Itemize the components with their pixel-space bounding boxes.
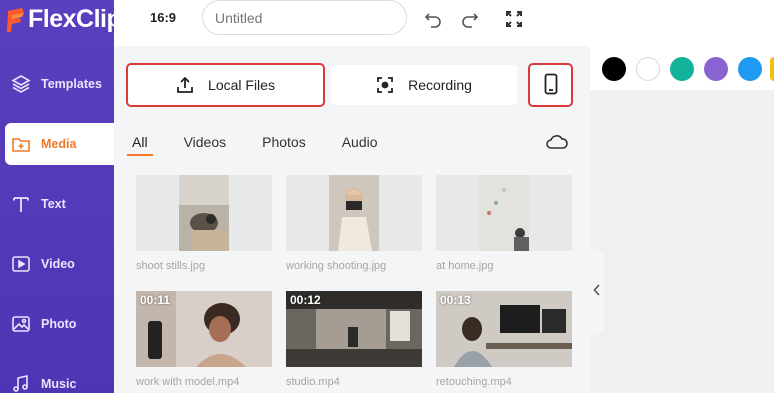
sidebar: FlexClip Templates Media Text Video Phot… — [0, 0, 122, 393]
recording-button[interactable]: Recording — [331, 65, 517, 105]
media-thumbnail[interactable] — [436, 175, 572, 251]
list-item[interactable]: 00:13 retouching.mp4 — [436, 291, 572, 388]
media-filename: working shooting.jpg — [286, 260, 387, 272]
list-item[interactable]: working shooting.jpg — [286, 175, 422, 272]
logo-text: FlexClip — [28, 4, 122, 33]
local-files-button[interactable]: Local Files — [126, 63, 325, 107]
color-swatch-white[interactable] — [636, 57, 660, 81]
list-item[interactable]: 00:11 work with model.mp4 — [136, 291, 272, 388]
record-screen-icon — [376, 76, 394, 94]
recording-label: Recording — [408, 77, 472, 93]
sidebar-item-video[interactable]: Video — [0, 234, 114, 294]
chevron-left-icon — [593, 283, 601, 301]
top-toolbar: 16:9 — [114, 0, 774, 46]
sidebar-item-templates[interactable]: Templates — [0, 54, 114, 114]
list-item[interactable]: at home.jpg — [436, 175, 572, 272]
color-swatch-teal[interactable] — [670, 57, 694, 81]
list-item[interactable]: shoot stills.jpg — [136, 175, 272, 272]
media-filename: work with model.mp4 — [136, 376, 240, 388]
media-thumbnail[interactable] — [136, 175, 272, 251]
color-swatch-blue[interactable] — [738, 57, 762, 81]
tab-photos[interactable]: Photos — [262, 134, 306, 156]
local-files-label: Local Files — [208, 77, 275, 93]
phone-icon — [544, 73, 558, 98]
sidebar-item-text[interactable]: Text — [0, 174, 114, 234]
video-play-icon — [11, 254, 31, 274]
layers-icon — [11, 74, 31, 94]
project-title-input[interactable] — [202, 0, 407, 35]
media-filename: shoot stills.jpg — [136, 260, 206, 272]
color-palette — [590, 46, 774, 90]
canvas-area — [590, 46, 774, 393]
redo-icon[interactable] — [459, 8, 481, 30]
media-filename: at home.jpg — [436, 260, 494, 272]
video-duration: 00:13 — [440, 293, 471, 307]
media-panel: Local Files Recording All Videos Photos … — [114, 46, 590, 393]
color-swatch-black[interactable] — [602, 57, 626, 81]
tab-videos[interactable]: Videos — [184, 134, 227, 156]
sidebar-item-label: Media — [41, 137, 77, 151]
sidebar-item-label: Video — [41, 257, 75, 271]
sidebar-item-label: Photo — [41, 317, 77, 331]
media-filename: retouching.mp4 — [436, 376, 512, 388]
media-filename: studio.mp4 — [286, 376, 340, 388]
collapse-panel-handle[interactable] — [590, 249, 604, 335]
media-thumbnail[interactable]: 00:11 — [136, 291, 272, 367]
upload-icon — [176, 76, 194, 94]
list-item[interactable]: 00:12 studio.mp4 — [286, 291, 422, 388]
cloud-icon[interactable] — [545, 133, 569, 156]
color-swatch-purple[interactable] — [704, 57, 728, 81]
media-folder-icon — [11, 134, 31, 154]
sidebar-item-music[interactable]: Music — [0, 354, 114, 414]
media-thumbnail[interactable]: 00:12 — [286, 291, 422, 367]
photo-icon — [11, 314, 31, 334]
video-duration: 00:11 — [140, 293, 171, 307]
media-thumbnail[interactable]: 00:13 — [436, 291, 572, 367]
app-logo[interactable]: FlexClip — [6, 4, 122, 34]
sidebar-item-photo[interactable]: Photo — [0, 294, 114, 354]
flexclip-logo-icon — [6, 7, 26, 32]
media-tabs: All Videos Photos Audio — [127, 134, 414, 156]
music-note-icon — [11, 374, 31, 394]
mobile-upload-button[interactable] — [528, 63, 573, 107]
aspect-ratio-selector[interactable]: 16:9 — [150, 10, 176, 25]
sidebar-item-media[interactable]: Media — [5, 123, 114, 165]
undo-icon[interactable] — [422, 8, 444, 30]
text-t-icon — [11, 194, 31, 214]
video-duration: 00:12 — [290, 293, 321, 307]
fullscreen-icon[interactable] — [503, 8, 525, 30]
sidebar-item-label: Templates — [41, 77, 102, 91]
sidebar-item-label: Text — [41, 197, 66, 211]
color-swatch-yellow[interactable] — [770, 57, 774, 81]
tab-all[interactable]: All — [127, 134, 153, 156]
sidebar-item-label: Music — [41, 377, 77, 391]
tab-audio[interactable]: Audio — [342, 134, 378, 156]
sidebar-nav: Templates Media Text Video Photo Music — [0, 54, 114, 414]
media-thumbnail[interactable] — [286, 175, 422, 251]
